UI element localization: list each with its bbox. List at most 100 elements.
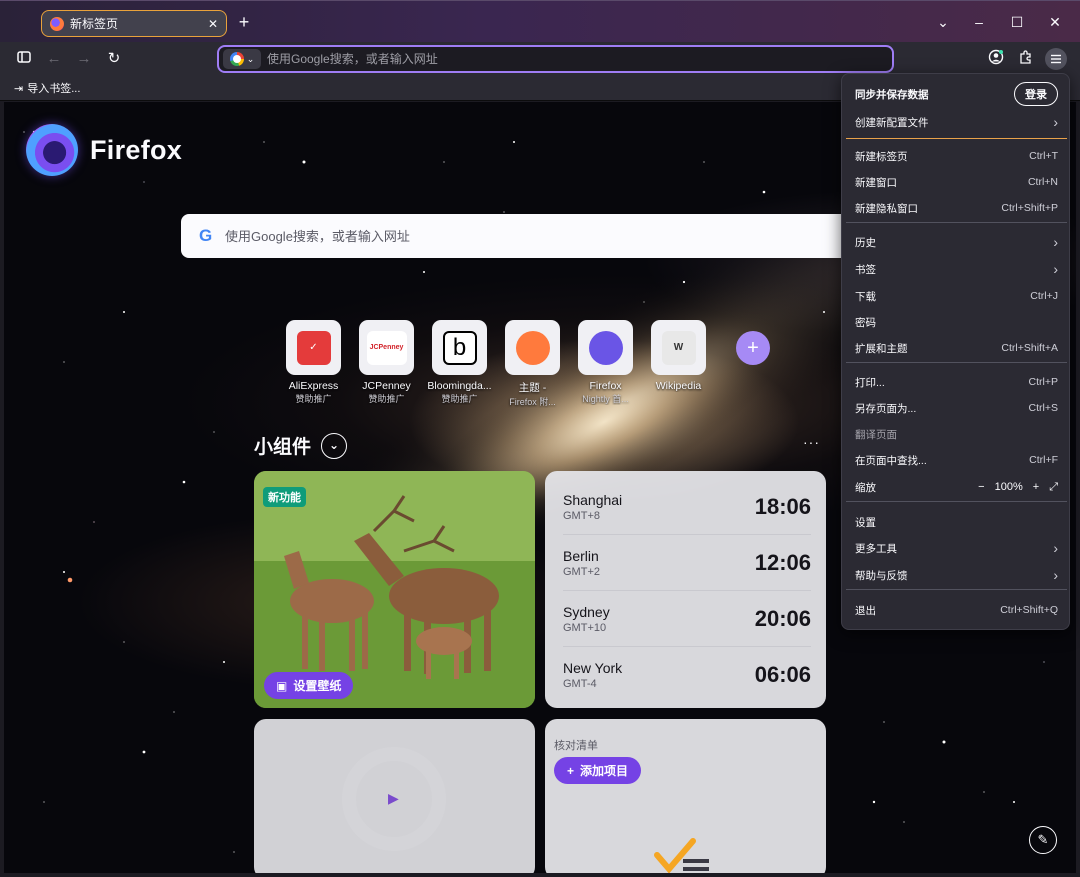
- top-site-title: JCPenney: [362, 380, 411, 392]
- menu-separator: [846, 362, 1067, 363]
- site-logo-icon: ff: [588, 330, 623, 365]
- top-site-icon: W: [651, 320, 706, 375]
- clock-city: Berlin: [563, 547, 599, 564]
- menu-item[interactable]: 设置: [842, 509, 1071, 535]
- chevron-right-icon: ›: [1053, 261, 1058, 277]
- fullscreen-icon[interactable]: ⤢: [1049, 481, 1058, 494]
- menu-item[interactable]: 帮助与反馈 ›: [842, 562, 1071, 588]
- top-site-subtitle: 赞助推广: [368, 394, 405, 404]
- world-clock-widget: Shanghai GMT+8 18:06 Berlin GMT+2 12:06 Sydney…: [545, 471, 826, 708]
- checklist-illustration-icon: [654, 838, 709, 873]
- page-search-box[interactable]: G: [181, 214, 881, 258]
- widgets-header: 小组件 ⌄: [254, 432, 348, 459]
- checklist-widget: 核对清单 + 添加项目: [545, 719, 826, 873]
- menu-item-label: 更多工具: [855, 542, 897, 555]
- play-icon[interactable]: ▶: [388, 790, 399, 807]
- top-site-title: Wikipedia: [655, 380, 702, 392]
- import-bookmarks-button[interactable]: ⇥ 导入书签...: [14, 80, 80, 96]
- top-sites: ✓ AliExpress 赞助推广 JCPenney JCPenney 赞助推广 b Bloo…: [286, 320, 706, 408]
- reload-button[interactable]: ↻: [104, 49, 124, 69]
- list-tabs-icon[interactable]: ⌄: [934, 13, 952, 31]
- menu-item[interactable]: 更多工具 ›: [842, 535, 1071, 561]
- checklist-title: 核对清单: [554, 740, 598, 752]
- url-input[interactable]: [267, 52, 892, 66]
- top-site-tile[interactable]: W Wikipedia: [651, 320, 706, 408]
- menu-item[interactable]: 翻译页面: [842, 421, 1071, 447]
- clock-city: Sydney: [563, 603, 610, 620]
- google-icon: G: [199, 226, 213, 245]
- menu-item[interactable]: 下载 Ctrl+J: [842, 283, 1071, 309]
- top-site-icon: JCPenney: [359, 320, 414, 375]
- add-item-button[interactable]: + 添加项目: [554, 757, 642, 784]
- menu-item-label: 设置: [855, 516, 876, 529]
- chevron-down-icon[interactable]: ⌄: [321, 432, 348, 459]
- new-tab-button[interactable]: +: [235, 13, 253, 31]
- top-site-subtitle: 赞助推广: [441, 394, 478, 404]
- menu-item-label: 密码: [855, 316, 876, 329]
- extensions-icon[interactable]: [1016, 49, 1036, 69]
- top-site-icon: ff: [505, 320, 560, 375]
- clock-location: New York GMT-4: [563, 660, 622, 690]
- clock-row: Berlin GMT+2 12:06: [563, 535, 811, 591]
- add-shortcut-button[interactable]: +: [736, 331, 770, 365]
- wallpaper-widget: 新功能 ▣ 设置壁纸: [254, 471, 535, 708]
- brand-name: Firefox: [90, 134, 183, 165]
- menu-item[interactable]: 新建窗口 Ctrl+N: [842, 169, 1071, 195]
- zoom-level[interactable]: 100%: [995, 481, 1023, 493]
- menu-item[interactable]: 书签 ›: [842, 256, 1071, 282]
- account-icon[interactable]: [986, 49, 1006, 69]
- forward-button[interactable]: →: [74, 49, 94, 69]
- signin-button[interactable]: 登录: [1014, 82, 1058, 106]
- app-menu-panel: 同步并保存数据 登录 创建新配置文件 › 新建标签页 Ctrl+T 新建窗口 Ctrl…: [841, 73, 1070, 630]
- menu-sync-row: 同步并保存数据 登录: [842, 80, 1071, 108]
- back-button[interactable]: ←: [44, 49, 64, 69]
- menu-item[interactable]: 密码: [842, 309, 1071, 335]
- top-site-title: Bloomingda...: [427, 380, 492, 392]
- set-wallpaper-button[interactable]: ▣ 设置壁纸: [264, 672, 354, 699]
- menu-item[interactable]: 缩放 −100% + ⤢: [842, 474, 1071, 500]
- top-site-tile[interactable]: ff Firefox Nightly 首...: [578, 320, 633, 408]
- menu-item[interactable]: 新建隐私窗口 Ctrl+Shift+P: [842, 195, 1071, 221]
- top-site-tile[interactable]: ✓ AliExpress 赞助推广: [286, 320, 341, 408]
- clock-row: New York GMT-4 06:06: [563, 647, 811, 703]
- menu-item[interactable]: 退出 Ctrl+Shift+Q: [842, 597, 1071, 623]
- menu-shortcut: Ctrl+Shift+Q: [1000, 604, 1058, 616]
- add-item-label: 添加项目: [580, 764, 629, 778]
- menu-item[interactable]: 打印... Ctrl+P: [842, 369, 1071, 395]
- zoom-in-button[interactable]: +: [1033, 481, 1039, 493]
- clock-timezone: GMT+10: [563, 621, 607, 634]
- top-site-icon: ✓: [286, 320, 341, 375]
- search-engine-selector[interactable]: ⌄: [223, 49, 261, 69]
- menu-item[interactable]: 在页面中查找... Ctrl+F: [842, 447, 1071, 473]
- close-window-button[interactable]: ✕: [1046, 13, 1064, 31]
- menu-item[interactable]: 扩展和主题 Ctrl+Shift+A: [842, 335, 1071, 361]
- zoom-out-button[interactable]: −: [978, 481, 984, 493]
- menu-create-profile[interactable]: 创建新配置文件 ›: [842, 109, 1071, 135]
- minimize-button[interactable]: –: [970, 13, 988, 31]
- menu-item-label: 书签: [855, 263, 876, 276]
- close-tab-icon[interactable]: ✕: [208, 17, 218, 31]
- top-site-tile[interactable]: JCPenney JCPenney 赞助推广: [359, 320, 414, 408]
- top-site-tile[interactable]: ff 主题 - Firefox 附...: [505, 320, 560, 408]
- menu-item-label: 翻译页面: [855, 428, 897, 441]
- menu-shortcut: Ctrl+N: [1027, 176, 1058, 188]
- menu-item[interactable]: 历史 ›: [842, 229, 1071, 255]
- widgets-more-menu[interactable]: ···: [803, 434, 820, 450]
- menu-shortcut: Ctrl+F: [1029, 454, 1058, 466]
- site-logo-icon: ff: [515, 330, 550, 365]
- clock-time: 06:06: [754, 662, 811, 687]
- import-icon: ⇥: [14, 82, 24, 95]
- sidebar-icon[interactable]: [14, 49, 34, 69]
- menu-shortcut: Ctrl+P: [1028, 376, 1058, 388]
- tab-new-tab[interactable]: 新标签页 ✕: [41, 10, 227, 37]
- url-bar[interactable]: ⌄: [217, 45, 894, 73]
- app-menu-button[interactable]: [1045, 48, 1067, 70]
- site-logo-icon: ✓: [296, 330, 331, 365]
- page-search-input[interactable]: [225, 228, 881, 244]
- menu-item[interactable]: 另存页面为... Ctrl+S: [842, 395, 1071, 421]
- menu-item[interactable]: 新建标签页 Ctrl+T: [842, 143, 1071, 169]
- menu-item-label: 退出: [855, 604, 876, 617]
- top-site-tile[interactable]: b Bloomingda... 赞助推广: [427, 320, 492, 408]
- maximize-button[interactable]: ☐: [1008, 13, 1026, 31]
- customize-page-button[interactable]: ✎: [1029, 826, 1057, 854]
